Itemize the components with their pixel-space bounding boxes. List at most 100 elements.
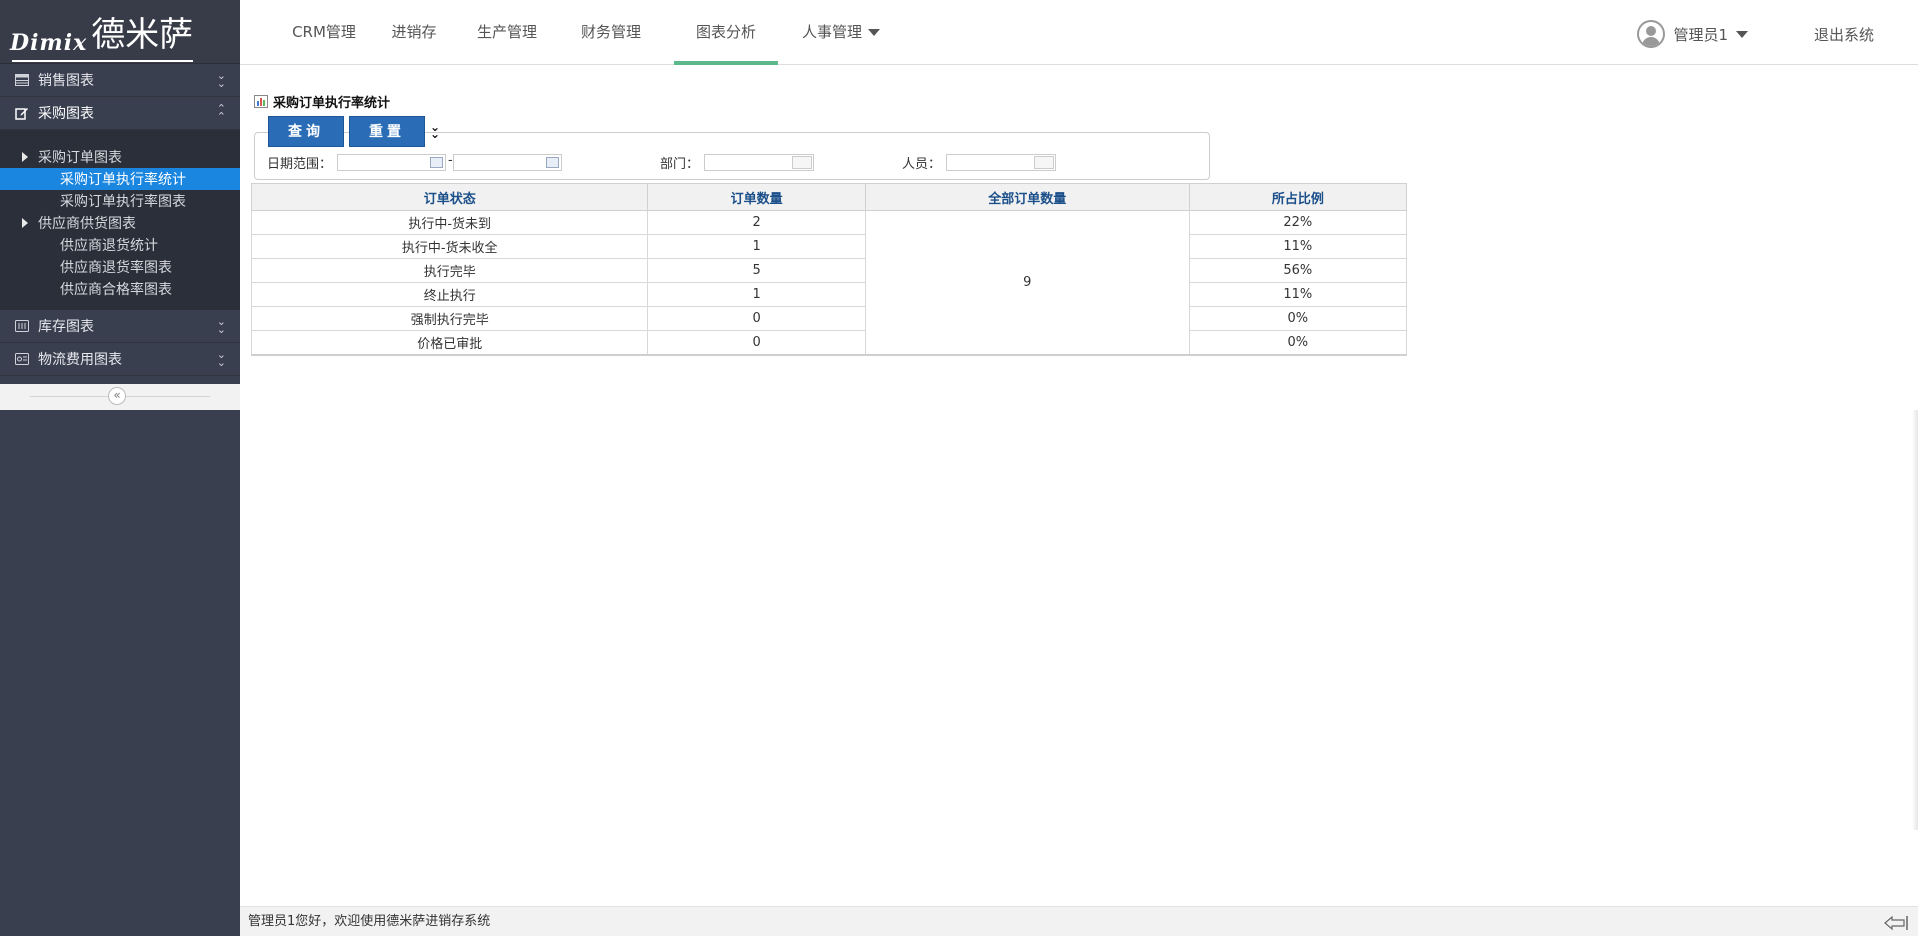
- dropdown-button[interactable]: [1034, 156, 1054, 169]
- nav-finance[interactable]: 财务管理: [574, 0, 648, 64]
- nav-label: 人事管理: [801, 23, 862, 41]
- count-cell: 2: [647, 210, 866, 235]
- date-separator: -: [448, 153, 453, 168]
- brand-cjk: 德米萨: [91, 15, 194, 55]
- submenu-item-label: 供应商退货统计: [60, 238, 158, 254]
- submenu-item-supplier-return-stats[interactable]: 供应商退货统计: [0, 234, 240, 256]
- nav-label: 进销存: [391, 23, 437, 41]
- nav-label: 生产管理: [476, 23, 537, 41]
- status-cell: 终止执行: [250, 282, 649, 307]
- person-label: 人员：: [902, 157, 942, 172]
- sidebar-section-logistics[interactable]: 物流费用图表 ⌄ ⌄: [0, 343, 240, 376]
- sidebar-section-purchase[interactable]: 采购图表 ⌃ ⌃: [0, 97, 240, 130]
- nav-crm[interactable]: CRM管理: [284, 0, 364, 64]
- calendar-icon[interactable]: [546, 157, 559, 168]
- page-edge-shadow: [1912, 410, 1918, 830]
- sidebar-collapse-bar[interactable]: «: [0, 384, 240, 410]
- logout-link[interactable]: 退出系统: [1814, 0, 1874, 70]
- reset-button[interactable]: 重置: [349, 116, 425, 147]
- double-chevron-down-icon[interactable]: ⌄ ⌄: [430, 121, 440, 140]
- caret-right-icon: [22, 152, 28, 162]
- ratio-cell: 0%: [1188, 306, 1408, 331]
- double-chevron-left-icon[interactable]: «: [108, 387, 126, 405]
- top-navigation: CRM管理 进销存 生产管理 财务管理 图表分析 人事管理 管理员1 退出系统: [240, 0, 1918, 65]
- count-cell: 5: [647, 258, 866, 283]
- sidebar-section-label: 销售图表: [38, 73, 94, 89]
- submenu-item-order-execution-stats[interactable]: 采购订单执行率统计: [0, 168, 240, 190]
- chevron-double-down-icon: ⌄ ⌄: [216, 315, 226, 336]
- department-select[interactable]: [704, 154, 814, 171]
- date-start-input[interactable]: [337, 154, 446, 171]
- edit-icon: [14, 105, 30, 121]
- sidebar-section-inventory[interactable]: 库存图表 ⌄ ⌄: [0, 310, 240, 343]
- ratio-cell: 56%: [1188, 258, 1408, 283]
- inventory-icon: [14, 318, 30, 334]
- submenu-group-label: 采购订单图表: [38, 150, 122, 166]
- chevron-double-down-icon: ⌄ ⌄: [216, 69, 226, 90]
- table-row: 价格已审批 0 0%: [250, 330, 1408, 356]
- welcome-text: 管理员1您好，欢迎使用德米萨进销存系统: [248, 914, 491, 929]
- user-name: 管理员1: [1673, 25, 1728, 44]
- table-row: 执行完毕 5 56%: [250, 258, 1408, 283]
- status-cell: 执行中-货未收全: [250, 234, 649, 259]
- date-end-input[interactable]: [453, 154, 562, 171]
- table-icon: [14, 72, 30, 88]
- submenu-item-label: 采购订单执行率图表: [60, 194, 186, 210]
- nav-production[interactable]: 生产管理: [470, 0, 544, 64]
- column-header: 全部订单数量: [864, 183, 1190, 211]
- count-cell: 0: [647, 330, 866, 356]
- dropdown-button[interactable]: [792, 156, 812, 169]
- submenu-group-supplier-supply[interactable]: 供应商供货图表: [0, 212, 240, 234]
- caret-right-icon: [22, 218, 28, 228]
- caret-down-icon: [868, 29, 880, 36]
- sidebar: Dimix 德米萨 销售图表 ⌄ ⌄ 采购图表 ⌃ ⌃ 采购订单图表 采购订单执行率…: [0, 0, 240, 936]
- nav-hr[interactable]: 人事管理: [796, 0, 886, 64]
- brand-logo: Dimix 德米萨: [0, 0, 240, 64]
- sidebar-section-label: 物流费用图表: [38, 352, 122, 368]
- table-row: 执行中-货未收全 1 11%: [250, 234, 1408, 259]
- user-menu[interactable]: 管理员1: [1637, 20, 1748, 48]
- ratio-cell: 0%: [1188, 330, 1408, 356]
- brand-latin: Dimix: [10, 30, 88, 56]
- query-button[interactable]: 查询: [268, 116, 344, 147]
- column-header: 订单状态: [250, 183, 649, 211]
- submenu-item-label: 采购订单执行率统计: [60, 172, 186, 188]
- status-bar: 管理员1您好，欢迎使用德米萨进销存系统: [240, 906, 1918, 936]
- submenu-item-label: 供应商合格率图表: [60, 282, 172, 298]
- sidebar-section-sales[interactable]: 销售图表 ⌄ ⌄: [0, 64, 240, 97]
- submenu-item-order-execution-chart[interactable]: 采购订单执行率图表: [0, 190, 240, 212]
- count-cell: 1: [647, 282, 866, 307]
- count-cell: 0: [647, 306, 866, 331]
- status-cell: 价格已审批: [250, 330, 649, 356]
- nav-label: 图表分析: [695, 23, 756, 41]
- submenu-item-label: 供应商退货率图表: [60, 260, 172, 276]
- panel-title: 采购订单执行率统计: [254, 92, 390, 111]
- status-cell: 执行完毕: [250, 258, 649, 283]
- calendar-icon[interactable]: [430, 157, 443, 168]
- nav-label: CRM管理: [292, 23, 356, 41]
- submenu-item-supplier-return-rate-chart[interactable]: 供应商退货率图表: [0, 256, 240, 278]
- avatar-icon: [1637, 20, 1666, 48]
- ratio-cell: 11%: [1188, 282, 1408, 307]
- nav-inventory-sales[interactable]: 进销存: [386, 0, 442, 64]
- ratio-cell: 11%: [1188, 234, 1408, 259]
- nav-chart-analysis[interactable]: 图表分析: [674, 0, 778, 65]
- exit-arrow-icon[interactable]: [1884, 915, 1910, 931]
- table-row: 终止执行 1 11%: [250, 282, 1408, 307]
- chevron-double-up-icon: ⌃ ⌃: [216, 102, 226, 123]
- nav-label: 财务管理: [580, 23, 641, 41]
- submenu-group-label: 供应商供货图表: [38, 216, 136, 232]
- column-header: 所占比例: [1188, 183, 1408, 211]
- submenu-group-purchase-orders[interactable]: 采购订单图表: [0, 146, 240, 168]
- submenu-item-supplier-quality-chart[interactable]: 供应商合格率图表: [0, 278, 240, 300]
- ratio-cell: 22%: [1188, 210, 1408, 235]
- panel-title-text: 采购订单执行率统计: [273, 96, 391, 111]
- count-cell: 1: [647, 234, 866, 259]
- status-cell: 执行中-货未到: [250, 210, 649, 235]
- person-select[interactable]: [946, 154, 1056, 171]
- sidebar-section-label: 采购图表: [38, 106, 94, 122]
- caret-down-icon: [1736, 30, 1748, 38]
- table-header-row: 订单状态 订单数量 全部订单数量 所占比例: [250, 183, 1408, 211]
- date-range-label: 日期范围：: [267, 157, 333, 172]
- table-row: 强制执行完毕 0 0%: [250, 306, 1408, 331]
